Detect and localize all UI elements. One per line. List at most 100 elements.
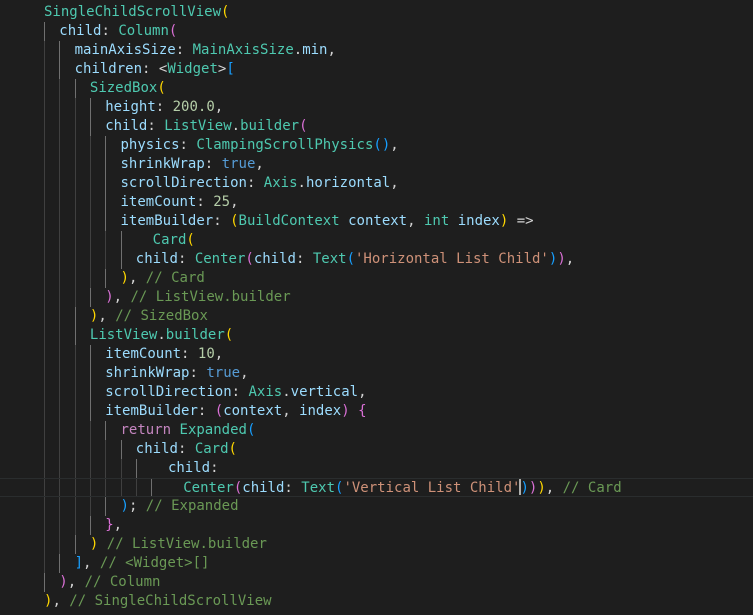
code-line-text: return Expanded( <box>121 421 256 440</box>
code-line-text: ), // Column <box>59 573 160 592</box>
indent-guide <box>59 402 61 421</box>
code-line[interactable]: itemBuilder: (BuildContext context, int … <box>0 212 753 231</box>
code-line[interactable]: scrollDirection: Axis.horizontal, <box>0 174 753 193</box>
code-line[interactable]: ), // Column <box>0 573 753 592</box>
code-line[interactable]: child: ListView.builder( <box>0 117 753 136</box>
code-line[interactable]: children: <Widget>[ <box>0 60 753 79</box>
code-line[interactable]: scrollDirection: Axis.vertical, <box>0 383 753 402</box>
indent-guide <box>105 479 107 496</box>
indent-guide <box>120 440 122 459</box>
code-line[interactable]: physics: ClampingScrollPhysics(), <box>0 136 753 155</box>
code-line[interactable]: return Expanded( <box>0 421 753 440</box>
code-line-text: Center(child: Text('Vertical List Child'… <box>166 479 622 498</box>
indent-guide <box>74 136 76 155</box>
code-token: ) <box>120 270 129 286</box>
code-line-text: mainAxisSize: MainAxisSize.min, <box>75 41 336 60</box>
code-line[interactable]: child: Column( <box>0 22 753 41</box>
code-token: SingleChildScrollView <box>44 4 222 20</box>
code-line[interactable]: ), // Card <box>0 269 753 288</box>
code-token: children <box>74 61 143 77</box>
indent-guide <box>44 288 45 307</box>
indent-guide <box>105 136 107 155</box>
code-line[interactable]: itemBuilder: (context, index) { <box>0 402 753 421</box>
code-token: , <box>240 365 249 381</box>
code-token: ) <box>59 574 68 590</box>
code-line-text: child: <box>151 459 219 478</box>
code-line-text: child: Card( <box>136 440 237 459</box>
code-line[interactable]: SizedBox( <box>0 79 753 98</box>
indent-guide <box>74 516 76 535</box>
indent-guide <box>44 98 45 117</box>
code-line[interactable]: ), // SingleChildScrollView <box>0 592 753 611</box>
code-token: : <box>155 99 173 115</box>
code-line[interactable]: }, <box>0 516 753 535</box>
code-token: : <box>295 251 313 267</box>
code-token: ( <box>221 4 230 20</box>
code-token: true <box>206 365 241 381</box>
code-line[interactable]: mainAxisSize: MainAxisSize.min, <box>0 41 753 60</box>
code-token: ; <box>128 498 146 514</box>
code-line[interactable]: child: <box>0 459 753 478</box>
code-token: Center <box>194 251 246 267</box>
code-token: , <box>113 289 131 305</box>
code-token: itemBuilder <box>105 403 198 419</box>
indent-guide <box>74 79 76 98</box>
code-line[interactable]: ], // <Widget>[] <box>0 554 753 573</box>
code-line[interactable]: Center(child: Text('Vertical List Child'… <box>0 478 753 497</box>
code-line[interactable]: child: Center(child: Text('Horizontal Li… <box>0 250 753 269</box>
code-token: vertical <box>290 384 359 400</box>
indent-guide <box>105 155 107 174</box>
indent-guide <box>59 288 61 307</box>
code-line-text: SizedBox( <box>90 79 166 98</box>
code-token: ) <box>537 480 546 496</box>
indent-guide <box>89 269 91 288</box>
indent-guide <box>89 497 91 516</box>
code-token: return <box>120 422 172 438</box>
code-line[interactable]: child: Card( <box>0 440 753 459</box>
indent-guide <box>74 326 76 345</box>
code-token: Card <box>194 441 229 457</box>
code-line[interactable]: ); // Expanded <box>0 497 753 516</box>
indent-guide <box>74 212 76 231</box>
indent-guide <box>89 459 91 478</box>
code-token: : < <box>142 61 168 77</box>
indent-guide <box>74 174 76 193</box>
indent-guide <box>44 479 45 496</box>
code-line[interactable]: height: 200.0, <box>0 98 753 117</box>
code-token: ] <box>74 555 84 571</box>
code-line[interactable]: shrinkWrap: true, <box>0 155 753 174</box>
code-line[interactable]: itemCount: 25, <box>0 193 753 212</box>
indent-guide <box>74 535 76 554</box>
code-token: ( <box>246 422 256 438</box>
code-token: , <box>327 42 336 58</box>
code-line[interactable]: ) // ListView.builder <box>0 535 753 554</box>
code-line[interactable]: shrinkWrap: true, <box>0 364 753 383</box>
code-token: ( <box>168 23 178 39</box>
indent-guide <box>44 79 45 98</box>
code-line[interactable]: ListView.builder( <box>0 326 753 345</box>
code-line[interactable]: Card( <box>0 231 753 250</box>
code-line[interactable]: SingleChildScrollView( <box>0 3 753 22</box>
code-token: shrinkWrap <box>105 365 190 381</box>
indent-guide <box>74 440 76 459</box>
indent-guide <box>89 421 91 440</box>
indent-guide <box>105 421 107 440</box>
code-token: // Column <box>84 574 161 590</box>
indent-guide <box>44 383 45 402</box>
code-line[interactable]: ), // ListView.builder <box>0 288 753 307</box>
code-token: . <box>231 118 241 134</box>
code-line[interactable]: itemCount: 10, <box>0 345 753 364</box>
code-editor[interactable]: SingleChildScrollView(child: Column(main… <box>0 0 753 615</box>
code-token: , <box>565 251 575 267</box>
indent-guide <box>59 60 61 79</box>
code-token: SizedBox <box>89 80 158 96</box>
code-token: ) <box>381 137 391 153</box>
indent-guide <box>59 421 61 440</box>
indent-guide <box>74 155 76 174</box>
indent-guide <box>74 250 76 269</box>
code-line-text: itemCount: 25, <box>121 193 239 212</box>
code-line-text: }, <box>105 516 122 535</box>
code-line[interactable]: ), // SizedBox <box>0 307 753 326</box>
code-token: : <box>147 118 165 134</box>
code-token: : <box>181 346 198 362</box>
